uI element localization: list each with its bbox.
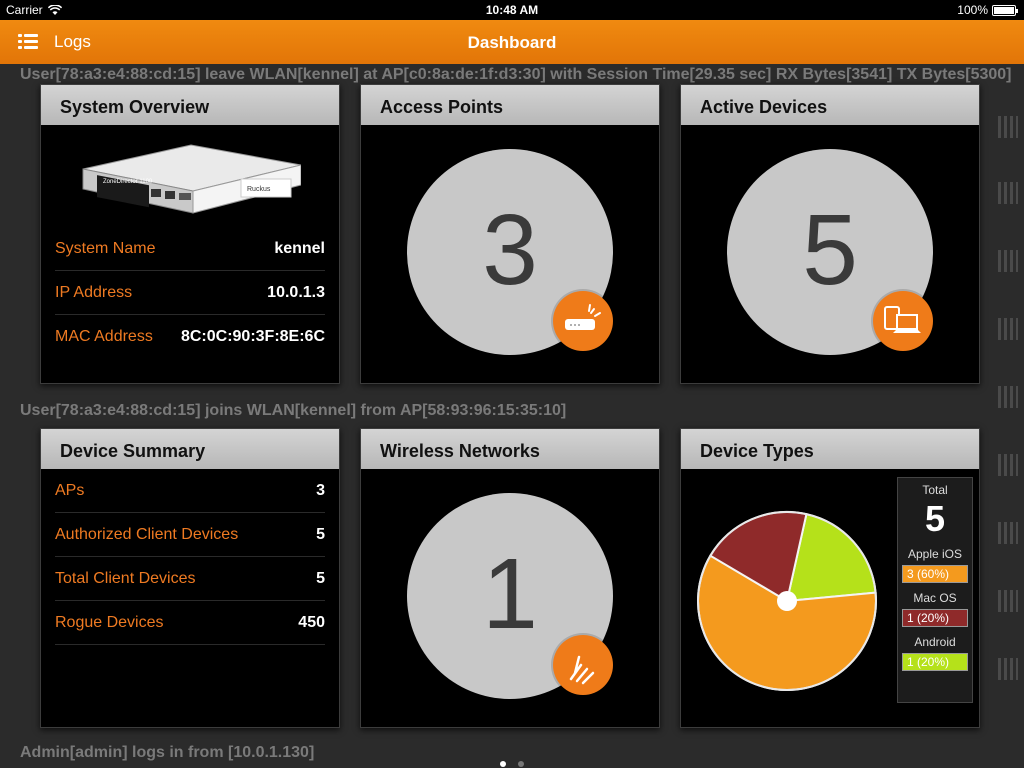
- row-label: APs: [55, 482, 85, 499]
- authorized-client-devices-row: Authorized Client Devices 5: [55, 513, 325, 557]
- wireless-signal-icon: [553, 635, 613, 695]
- signal-bars: [998, 590, 1018, 612]
- logs-button[interactable]: Logs: [18, 28, 91, 56]
- battery-indicator: 100%: [957, 3, 1018, 17]
- device-types-card[interactable]: Device Types Total 5 Apple iOS 3 (60%) M…: [680, 428, 980, 728]
- zonedirector-device-image: ZoneDirector 1100 Ruckus: [82, 144, 301, 214]
- device-types-legend: Total 5 Apple iOS 3 (60%) Mac OS 1 (20%)…: [897, 477, 973, 703]
- row-label: Total Client Devices: [55, 570, 196, 587]
- wireless-networks-card[interactable]: Wireless Networks 1: [360, 428, 660, 728]
- access-point-icon: [553, 291, 613, 351]
- logs-label: Logs: [54, 32, 91, 51]
- signal-bars: [998, 454, 1018, 476]
- page-indicator[interactable]: [0, 754, 1024, 768]
- signal-bars: [998, 318, 1018, 340]
- log-entry: User[78:a3:e4:88:cd:15] joins WLAN[kenne…: [20, 402, 567, 419]
- battery-percent: 100%: [957, 3, 988, 17]
- device-model-label: ZoneDirector 1100: [103, 179, 153, 185]
- row-value: 3: [316, 482, 325, 499]
- row-label: IP Address: [55, 284, 133, 301]
- legend-value-android: 1 (20%): [902, 653, 968, 671]
- signal-bars: [998, 250, 1018, 272]
- ip-address-row: IP Address 10.0.1.3: [55, 271, 325, 315]
- legend-value-apple-ios: 3 (60%): [902, 565, 968, 583]
- signal-bars: [998, 116, 1018, 138]
- device-brand-label: Ruckus: [247, 186, 271, 193]
- row-label: System Name: [55, 240, 156, 257]
- page-dot[interactable]: [518, 761, 525, 767]
- legend-name-apple-ios: Apple iOS: [907, 547, 963, 561]
- mac-address-row: MAC Address 8C:0C:90:3F:8E:6C: [55, 315, 325, 359]
- rogue-devices-row: Rogue Devices 450: [55, 601, 325, 645]
- total-label: Total: [922, 483, 948, 497]
- row-value: 8C:0C:90:3F:8E:6C: [180, 328, 325, 345]
- card-title: Device Types: [681, 429, 979, 469]
- aps-row: APs 3: [55, 469, 325, 513]
- legend-name-android: Android: [914, 635, 956, 649]
- row-value: 5: [316, 526, 325, 543]
- battery-icon: [992, 4, 1018, 16]
- list-icon: [18, 34, 38, 50]
- row-label: Rogue Devices: [55, 614, 164, 631]
- clock: 10:48 AM: [485, 3, 539, 17]
- row-label: MAC Address: [55, 328, 153, 345]
- total-count: 5: [924, 498, 946, 539]
- active-devices-card[interactable]: Active Devices 5: [680, 84, 980, 384]
- signal-bars: [998, 522, 1018, 544]
- system-overview-card[interactable]: System Overview ZoneDirector 1100 Ruckus…: [40, 84, 340, 384]
- signal-bars: [998, 386, 1018, 408]
- navigation-bar: Logs Dashboard: [0, 20, 1024, 64]
- page-title: Dashboard: [467, 33, 557, 52]
- total-client-devices-row: Total Client Devices 5: [55, 557, 325, 601]
- card-title: System Overview: [41, 85, 339, 125]
- card-title: Access Points: [361, 85, 659, 125]
- signal-bars: [998, 658, 1018, 680]
- device-summary-card[interactable]: Device Summary APs 3 Authorized Client D…: [40, 428, 340, 728]
- status-bar: Carrier 10:48 AM 100%: [0, 0, 1024, 20]
- device-types-pie-chart: [697, 511, 877, 691]
- devices-icon: [873, 291, 933, 351]
- row-value: 10.0.1.3: [267, 284, 325, 301]
- legend-name-mac-os: Mac OS: [913, 591, 957, 605]
- signal-bars: [998, 182, 1018, 204]
- card-title: Wireless Networks: [361, 429, 659, 469]
- page-dot[interactable]: [499, 761, 506, 767]
- system-name-row: System Name kennel: [55, 227, 325, 271]
- access-points-card[interactable]: Access Points 3: [360, 84, 660, 384]
- card-title: Active Devices: [681, 85, 979, 125]
- pie-center-hub: [777, 591, 797, 611]
- row-label: Authorized Client Devices: [55, 526, 239, 543]
- legend-value-mac-os: 1 (20%): [902, 609, 968, 627]
- card-title: Device Summary: [41, 429, 339, 469]
- row-value: 450: [298, 614, 325, 631]
- row-value: 5: [316, 570, 325, 587]
- log-entry: User[78:a3:e4:88:cd:15] leave WLAN[kenne…: [20, 66, 1012, 83]
- row-value: kennel: [274, 240, 325, 257]
